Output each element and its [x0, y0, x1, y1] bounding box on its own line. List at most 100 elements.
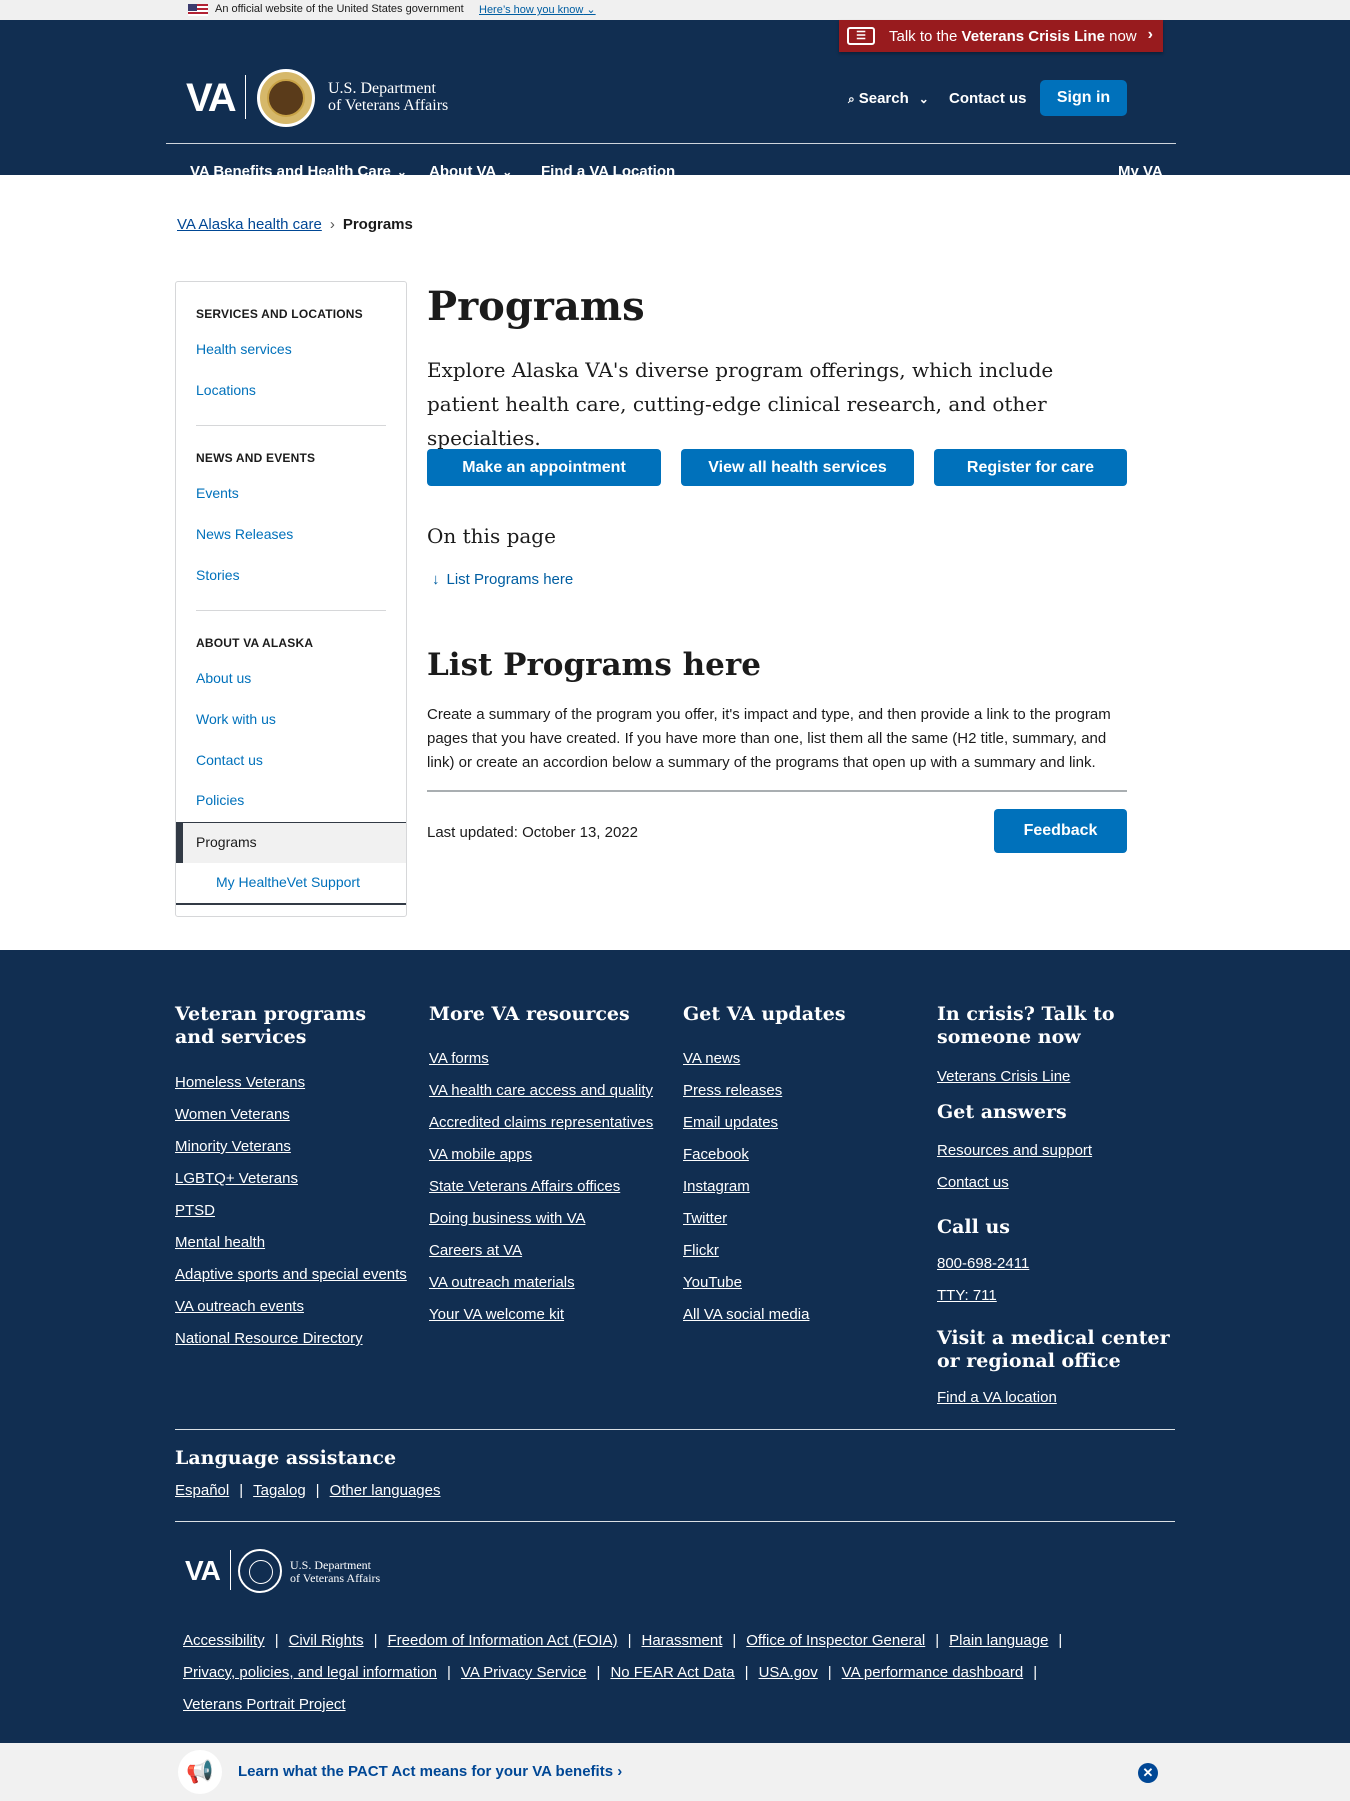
- sidebar-item-about-us[interactable]: About us: [196, 670, 251, 686]
- sidebar-item-work-with-us[interactable]: Work with us: [196, 711, 276, 727]
- sign-in-button[interactable]: Sign in: [1040, 80, 1127, 116]
- footer-link[interactable]: Minority Veterans: [175, 1138, 291, 1155]
- logo-divider: [245, 75, 246, 119]
- footer-tty-link[interactable]: TTY: 711: [937, 1287, 997, 1304]
- contact-us-link[interactable]: Contact us: [949, 90, 1027, 107]
- nav-about-va-menu[interactable]: About VA ⌄: [429, 163, 512, 180]
- pact-act-banner: 📢 Learn what the PACT Act means for your…: [0, 1743, 1350, 1801]
- sidebar-item-stories[interactable]: Stories: [196, 567, 240, 583]
- footer-col2-title: More VA resources: [429, 1003, 630, 1025]
- footer-link[interactable]: VA news: [683, 1050, 740, 1067]
- footer-link[interactable]: LGBTQ+ Veterans: [175, 1170, 298, 1187]
- footer-link[interactable]: Facebook: [683, 1146, 749, 1163]
- footer-link[interactable]: Email updates: [683, 1114, 778, 1131]
- nav-my-va[interactable]: My VA: [1118, 163, 1163, 180]
- footer-link[interactable]: VA mobile apps: [429, 1146, 532, 1163]
- footer-link[interactable]: Homeless Veterans: [175, 1074, 305, 1091]
- toc-link-list-programs[interactable]: ↓ List Programs here: [432, 571, 573, 588]
- view-health-services-button[interactable]: View all health services: [681, 449, 914, 486]
- footer-link[interactable]: PTSD: [175, 1202, 215, 1219]
- footer-link[interactable]: Plain language: [949, 1632, 1048, 1649]
- sidebar-divider: [196, 425, 386, 426]
- footer-col1-title: Veteran programs and services: [175, 1003, 367, 1048]
- footer-divider: [175, 1521, 1175, 1522]
- footer-crisis-link[interactable]: Veterans Crisis Line: [937, 1068, 1070, 1085]
- language-link-tagalog[interactable]: Tagalog: [253, 1482, 306, 1499]
- footer-answers-title: Get answers: [937, 1101, 1067, 1123]
- footer-col3-title: Get VA updates: [683, 1003, 846, 1025]
- footer-department-name: U.S. Department of Veterans Affairs: [290, 1558, 381, 1585]
- footer-link[interactable]: VA forms: [429, 1050, 489, 1067]
- footer-link[interactable]: Office of Inspector General: [746, 1632, 925, 1649]
- sidebar-item-news-releases[interactable]: News Releases: [196, 526, 293, 542]
- sidebar-item-events[interactable]: Events: [196, 485, 239, 501]
- footer-link[interactable]: Veterans Portrait Project: [183, 1696, 346, 1713]
- footer-link[interactable]: Mental health: [175, 1234, 265, 1251]
- sidebar-item-health-services[interactable]: Health services: [196, 341, 292, 357]
- language-title: Language assistance: [175, 1447, 397, 1469]
- footer-bottom-links: Privacy, policies, and legal information…: [183, 1664, 1038, 1681]
- footer-link[interactable]: Harassment: [642, 1632, 723, 1649]
- make-appointment-button[interactable]: Make an appointment: [427, 449, 661, 486]
- footer-link[interactable]: Doing business with VA: [429, 1210, 585, 1227]
- footer-va-logo[interactable]: VA: [185, 1555, 221, 1587]
- crisis-line-button[interactable]: ☰ Talk to the Veterans Crisis Line now ›: [839, 20, 1163, 52]
- sidebar-item-policies[interactable]: Policies: [196, 792, 244, 808]
- sidebar-item-programs[interactable]: Programs: [176, 822, 406, 863]
- close-icon[interactable]: ✕: [1138, 1763, 1158, 1783]
- footer-link[interactable]: Flickr: [683, 1242, 719, 1259]
- footer-link[interactable]: Privacy, policies, and legal information: [183, 1664, 437, 1681]
- feedback-button[interactable]: Feedback: [994, 809, 1127, 853]
- footer-link[interactable]: Press releases: [683, 1082, 782, 1099]
- footer-link[interactable]: Twitter: [683, 1210, 727, 1227]
- page-title: Programs: [427, 283, 645, 330]
- footer-link[interactable]: YouTube: [683, 1274, 742, 1291]
- footer-link[interactable]: Contact us: [937, 1174, 1009, 1191]
- footer-link[interactable]: Your VA welcome kit: [429, 1306, 564, 1323]
- footer-link[interactable]: USA.gov: [759, 1664, 818, 1681]
- footer-link[interactable]: VA health care access and quality: [429, 1082, 653, 1099]
- site-header: ☰ Talk to the Veterans Crisis Line now ›…: [0, 20, 1350, 180]
- va-seal-icon: [238, 1549, 282, 1593]
- footer-link[interactable]: Accessibility: [183, 1632, 265, 1649]
- breadcrumb: VA Alaska health care › Programs: [177, 216, 413, 233]
- footer-link[interactable]: Adaptive sports and special events: [175, 1266, 407, 1283]
- intro-text: Explore Alaska VA's diverse program offe…: [427, 358, 1054, 450]
- language-link-other[interactable]: Other languages: [330, 1482, 441, 1499]
- footer-link[interactable]: National Resource Directory: [175, 1330, 363, 1347]
- nav-find-location[interactable]: Find a VA Location: [541, 163, 675, 180]
- how-you-know-link[interactable]: Here’s how you know ⌄: [479, 3, 596, 16]
- footer-link[interactable]: No FEAR Act Data: [610, 1664, 734, 1681]
- footer-link[interactable]: Instagram: [683, 1178, 750, 1195]
- language-link-espanol[interactable]: Español: [175, 1482, 229, 1499]
- footer-link[interactable]: Careers at VA: [429, 1242, 522, 1259]
- footer-link[interactable]: All VA social media: [683, 1306, 809, 1323]
- sidebar-item-locations[interactable]: Locations: [196, 382, 256, 398]
- footer-link[interactable]: VA performance dashboard: [842, 1664, 1024, 1681]
- content-divider: [427, 790, 1127, 792]
- footer-phone-link[interactable]: 800-698-2411: [937, 1255, 1029, 1272]
- va-logo[interactable]: VA: [186, 76, 237, 121]
- megaphone-icon: 📢: [178, 1750, 222, 1794]
- footer-link[interactable]: VA Privacy Service: [461, 1664, 587, 1681]
- section-title: List Programs here: [427, 647, 761, 683]
- breadcrumb-link-alaska[interactable]: VA Alaska health care: [177, 216, 322, 233]
- sidebar-item-myhealthevet[interactable]: My HealtheVet Support: [216, 874, 360, 890]
- nav-benefits-menu[interactable]: VA Benefits and Health Care ⌄: [190, 163, 407, 180]
- footer-link[interactable]: Women Veterans: [175, 1106, 290, 1123]
- sidebar-heading-news: News and events: [196, 451, 316, 465]
- footer-link[interactable]: Civil Rights: [289, 1632, 364, 1649]
- footer-link[interactable]: Freedom of Information Act (FOIA): [388, 1632, 618, 1649]
- search-button[interactable]: ⌕ Search ⌄: [848, 90, 929, 107]
- footer-link[interactable]: Accredited claims representatives: [429, 1114, 653, 1131]
- sidebar-item-contact-us[interactable]: Contact us: [196, 752, 263, 768]
- footer-link[interactable]: State Veterans Affairs offices: [429, 1178, 620, 1195]
- footer-find-location-link[interactable]: Find a VA location: [937, 1389, 1057, 1406]
- sidebar-divider: [176, 903, 406, 905]
- pact-act-link[interactable]: Learn what the PACT Act means for your V…: [238, 1763, 622, 1780]
- register-for-care-button[interactable]: Register for care: [934, 449, 1127, 486]
- footer-link[interactable]: VA outreach events: [175, 1298, 304, 1315]
- footer-link[interactable]: VA outreach materials: [429, 1274, 575, 1291]
- footer-link[interactable]: Resources and support: [937, 1142, 1092, 1159]
- sidebar-divider: [196, 610, 386, 611]
